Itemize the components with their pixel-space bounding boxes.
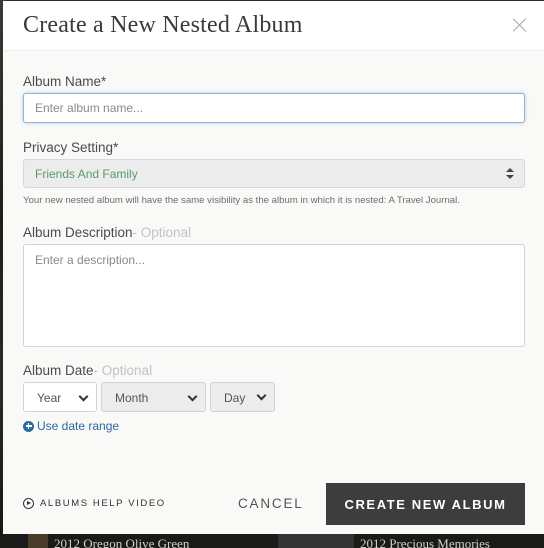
album-description-label: Album Description- Optional: [23, 225, 191, 240]
chevron-down-icon: [256, 390, 267, 401]
close-icon[interactable]: [512, 17, 528, 33]
privacy-setting-value: Friends And Family: [35, 167, 138, 181]
privacy-helper-text: Your new nested album will have the same…: [23, 195, 460, 206]
year-select[interactable]: Year: [23, 382, 97, 412]
privacy-setting-select[interactable]: Friends And Family: [23, 159, 525, 188]
use-date-range-text: Use date range: [37, 419, 120, 433]
chevron-down-icon: [187, 391, 198, 402]
background-album-strip: 2012 Oregon Olive Green 2012 Precious Me…: [0, 534, 544, 548]
nested-album-dialog: Create a New Nested Album Album Name* Pr…: [3, 1, 544, 534]
day-select-value: Day: [224, 391, 246, 405]
album-date-label: Album Date- Optional: [23, 363, 152, 378]
album-date-label-text: Album Date: [23, 363, 94, 378]
dialog-title: Create a New Nested Album: [23, 12, 303, 38]
background-thumb-left: [28, 534, 48, 548]
plus-circle-icon: [23, 420, 34, 432]
year-select-value: Year: [37, 391, 62, 405]
month-select[interactable]: Month: [101, 382, 206, 412]
month-select-value: Month: [115, 391, 149, 405]
select-arrows-icon: [506, 168, 514, 180]
optional-tag: - Optional: [132, 225, 192, 240]
background-caption-left: 2012 Oregon Olive Green: [54, 536, 190, 548]
privacy-setting-label: Privacy Setting*: [23, 140, 119, 155]
background-caption-right: 2012 Precious Memories: [360, 536, 490, 548]
album-name-label: Album Name*: [23, 74, 107, 89]
albums-help-video-link[interactable]: ALBUMS HELP VIDEO: [23, 498, 166, 509]
background-thumb-right: [278, 534, 354, 548]
use-date-range-link[interactable]: Use date range: [23, 419, 119, 433]
play-circle-icon: [23, 498, 34, 509]
album-description-label-text: Album Description: [23, 225, 133, 240]
optional-tag: - Optional: [93, 363, 153, 378]
create-new-album-button[interactable]: CREATE NEW ALBUM: [326, 483, 525, 525]
album-name-input[interactable]: [23, 93, 525, 123]
album-description-textarea[interactable]: Enter a description...: [23, 244, 525, 347]
dialog-header: Create a New Nested Album: [3, 1, 544, 51]
day-select[interactable]: Day: [210, 382, 275, 412]
description-placeholder: Enter a description...: [35, 253, 146, 267]
cancel-button[interactable]: CANCEL: [238, 496, 304, 511]
albums-help-video-text: ALBUMS HELP VIDEO: [40, 498, 166, 509]
chevron-down-icon: [78, 391, 89, 402]
